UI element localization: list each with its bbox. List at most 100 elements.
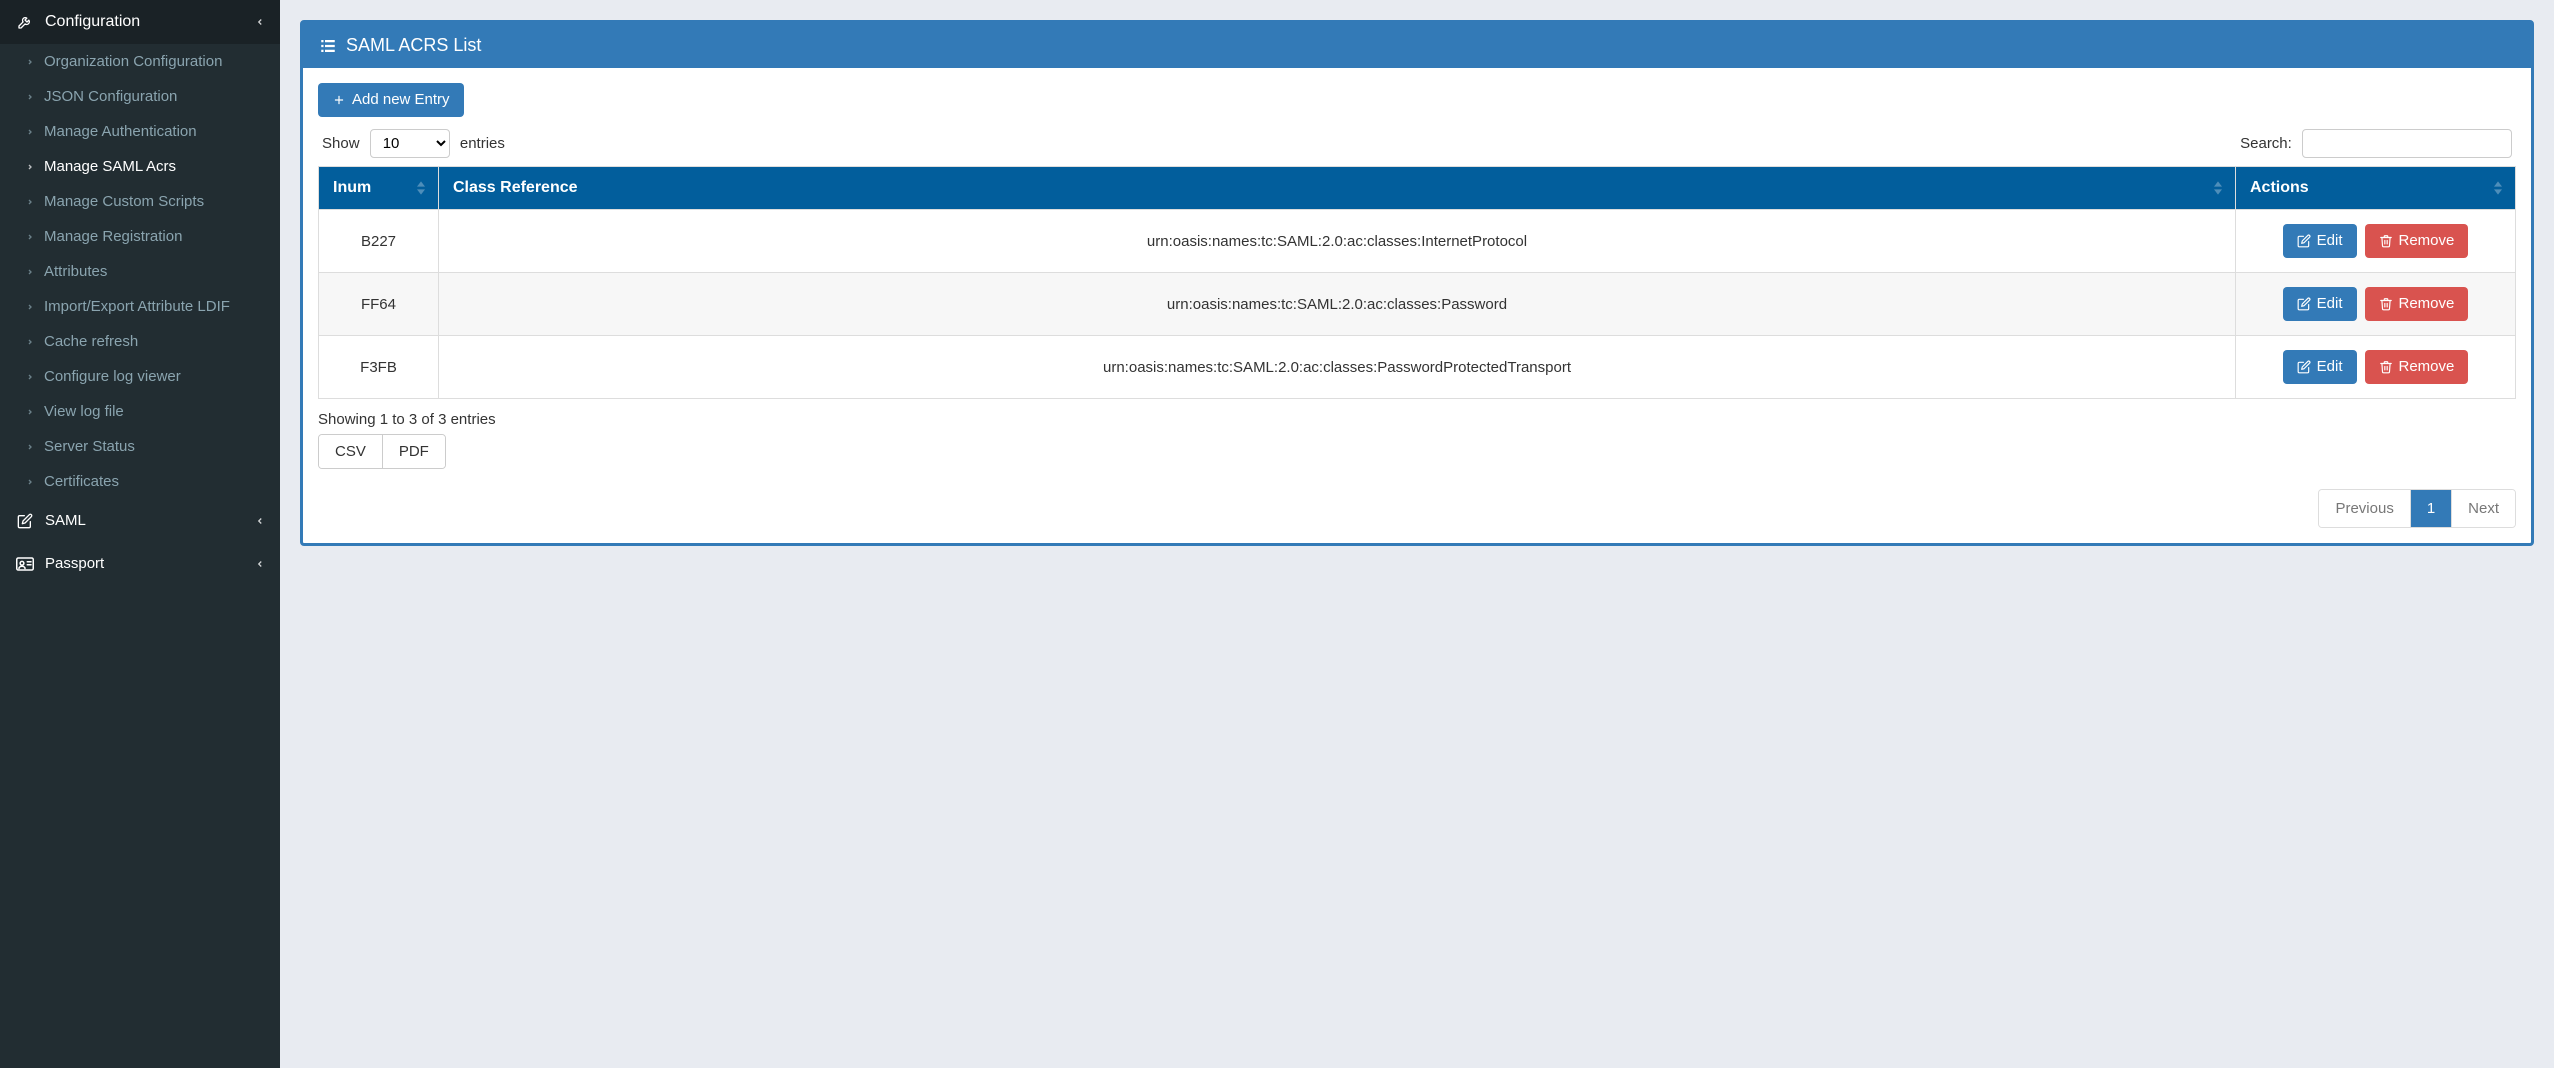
- entries-length-select[interactable]: 102550100: [370, 129, 450, 158]
- search-control: Search:: [2240, 129, 2512, 158]
- edit-icon: [2297, 234, 2311, 248]
- search-label: Search:: [2240, 135, 2292, 152]
- chevron-right-icon: [26, 301, 34, 313]
- sidebar-item[interactable]: Attributes: [0, 254, 280, 289]
- search-input[interactable]: [2302, 129, 2512, 158]
- sidebar-section-passport[interactable]: Passport: [0, 542, 280, 585]
- export-buttons: CSV PDF: [318, 434, 446, 469]
- remove-button-label: Remove: [2399, 358, 2455, 376]
- edit-icon: [2297, 360, 2311, 374]
- chevron-right-icon: [26, 161, 34, 173]
- cell-inum: FF64: [319, 273, 439, 336]
- chevron-right-icon: [26, 231, 34, 243]
- col-classref-header[interactable]: Class Reference: [439, 167, 2236, 210]
- remove-button-label: Remove: [2399, 295, 2455, 313]
- id-card-icon: [15, 557, 35, 571]
- sidebar-item-label: Certificates: [44, 473, 119, 490]
- chevron-right-icon: [26, 406, 34, 418]
- add-new-entry-label: Add new Entry: [352, 91, 450, 109]
- cell-class-reference: urn:oasis:names:tc:SAML:2.0:ac:classes:P…: [439, 336, 2236, 399]
- remove-button[interactable]: Remove: [2365, 287, 2469, 321]
- sidebar-item[interactable]: Manage Authentication: [0, 114, 280, 149]
- sidebar-item[interactable]: Organization Configuration: [0, 44, 280, 79]
- chevron-right-icon: [26, 441, 34, 453]
- entries-label: entries: [460, 135, 505, 152]
- sidebar-item-label: JSON Configuration: [44, 88, 177, 105]
- table-row: F3FBurn:oasis:names:tc:SAML:2.0:ac:class…: [319, 336, 2516, 399]
- remove-button[interactable]: Remove: [2365, 224, 2469, 258]
- edit-button[interactable]: Edit: [2283, 350, 2357, 384]
- sidebar-item[interactable]: Cache refresh: [0, 324, 280, 359]
- remove-button-label: Remove: [2399, 232, 2455, 250]
- sidebar-config-menu: Organization Configuration JSON Configura…: [0, 44, 280, 499]
- sidebar-section-label: Passport: [45, 555, 104, 572]
- cell-actions: Edit Remove: [2236, 210, 2516, 273]
- cell-class-reference: urn:oasis:names:tc:SAML:2.0:ac:classes:I…: [439, 210, 2236, 273]
- pagination-page-current[interactable]: 1: [2410, 490, 2451, 527]
- sidebar-item[interactable]: Manage SAML Acrs: [0, 149, 280, 184]
- trash-icon: [2379, 360, 2393, 374]
- chevron-right-icon: [26, 371, 34, 383]
- sort-icon: [2491, 180, 2505, 196]
- sidebar-section-label: Configuration: [45, 13, 140, 31]
- export-pdf-button[interactable]: PDF: [382, 435, 445, 468]
- edit-button[interactable]: Edit: [2283, 224, 2357, 258]
- export-csv-button[interactable]: CSV: [319, 435, 382, 468]
- col-header-label: Inum: [333, 179, 371, 196]
- main-content: SAML ACRS List Add new Entry Show 102550…: [280, 0, 2554, 1068]
- cell-class-reference: urn:oasis:names:tc:SAML:2.0:ac:classes:P…: [439, 273, 2236, 336]
- add-new-entry-button[interactable]: Add new Entry: [318, 83, 464, 117]
- sidebar-section-configuration[interactable]: Configuration: [0, 0, 280, 44]
- col-header-label: Actions: [2250, 179, 2309, 196]
- cell-inum: B227: [319, 210, 439, 273]
- sidebar-item[interactable]: Configure log viewer: [0, 359, 280, 394]
- sidebar-item[interactable]: Manage Custom Scripts: [0, 184, 280, 219]
- sidebar-section-label: SAML: [45, 512, 86, 529]
- chevron-right-icon: [26, 266, 34, 278]
- edit-button-label: Edit: [2317, 358, 2343, 376]
- edit-icon: [2297, 297, 2311, 311]
- chevron-left-icon: [255, 514, 265, 528]
- sidebar: Configuration Organization Configuration…: [0, 0, 280, 1068]
- sidebar-item-label: Cache refresh: [44, 333, 138, 350]
- chevron-left-icon: [255, 557, 265, 571]
- sidebar-item[interactable]: Import/Export Attribute LDIF: [0, 289, 280, 324]
- cell-actions: Edit Remove: [2236, 273, 2516, 336]
- chevron-left-icon: [255, 15, 265, 29]
- edit-button-label: Edit: [2317, 295, 2343, 313]
- chevron-right-icon: [26, 196, 34, 208]
- edit-square-icon: [15, 513, 35, 529]
- sidebar-item[interactable]: Server Status: [0, 429, 280, 464]
- pagination-next[interactable]: Next: [2451, 490, 2515, 527]
- sidebar-item-label: Manage Registration: [44, 228, 182, 245]
- sidebar-item[interactable]: JSON Configuration: [0, 79, 280, 114]
- sort-icon: [2211, 180, 2225, 196]
- chevron-right-icon: [26, 336, 34, 348]
- pagination-previous[interactable]: Previous: [2319, 490, 2409, 527]
- panel-body: Add new Entry Show 102550100 entries Sea…: [303, 68, 2531, 543]
- sidebar-section-saml[interactable]: SAML: [0, 499, 280, 542]
- col-actions-header: Actions: [2236, 167, 2516, 210]
- sidebar-item-label: Configure log viewer: [44, 368, 181, 385]
- panel-heading: SAML ACRS List: [303, 23, 2531, 68]
- sidebar-item[interactable]: Manage Registration: [0, 219, 280, 254]
- col-header-label: Class Reference: [453, 179, 578, 196]
- sidebar-item-label: View log file: [44, 403, 124, 420]
- edit-button[interactable]: Edit: [2283, 287, 2357, 321]
- chevron-right-icon: [26, 91, 34, 103]
- list-icon: [318, 37, 338, 55]
- col-inum-header[interactable]: Inum: [319, 167, 439, 210]
- chevron-right-icon: [26, 126, 34, 138]
- sidebar-item[interactable]: View log file: [0, 394, 280, 429]
- pagination: Previous 1 Next: [318, 489, 2516, 528]
- remove-button[interactable]: Remove: [2365, 350, 2469, 384]
- sidebar-item-label: Attributes: [44, 263, 107, 280]
- table-controls: Show 102550100 entries Search:: [318, 129, 2516, 158]
- sidebar-item-label: Import/Export Attribute LDIF: [44, 298, 230, 315]
- sidebar-item[interactable]: Certificates: [0, 464, 280, 499]
- panel-title: SAML ACRS List: [346, 35, 481, 56]
- sidebar-item-label: Server Status: [44, 438, 135, 455]
- wrench-icon: [15, 14, 35, 30]
- edit-button-label: Edit: [2317, 232, 2343, 250]
- saml-acrs-panel: SAML ACRS List Add new Entry Show 102550…: [300, 20, 2534, 546]
